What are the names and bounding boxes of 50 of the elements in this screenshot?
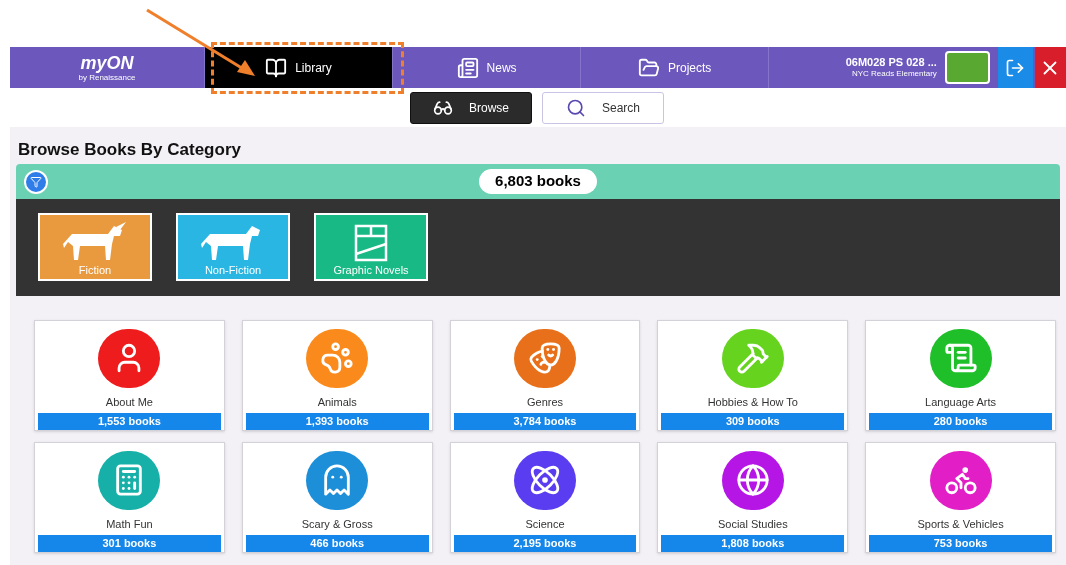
topic-card[interactable]: Hobbies & How To 309 books <box>657 320 849 431</box>
topic-name: Science <box>525 516 565 532</box>
nav-tab[interactable]: Library <box>204 47 393 88</box>
search-icon <box>566 97 586 118</box>
logout-icon <box>1005 57 1026 78</box>
topic-count: 1,393 books <box>245 413 429 430</box>
news-icon <box>456 56 479 79</box>
filter-button[interactable] <box>24 170 48 194</box>
view-toggle[interactable]: Search <box>542 91 664 124</box>
topic-count: 280 books <box>869 413 1052 430</box>
logo-text: myON <box>80 53 134 72</box>
topic-name: Math Fun <box>106 516 153 532</box>
topic-card[interactable]: Language Arts 280 books <box>865 320 1056 431</box>
topic-count: 309 books <box>661 413 845 430</box>
school-name: NYC Reads Elementary <box>851 69 937 80</box>
topic-count: 753 books <box>869 535 1052 552</box>
topic-card[interactable]: About Me 1,553 books <box>34 320 225 431</box>
book-icon <box>265 56 288 79</box>
topic-card[interactable]: Animals 1,393 books <box>241 320 433 431</box>
folder-icon <box>637 56 660 79</box>
topic-card[interactable]: Scary & Gross 466 books <box>241 442 433 553</box>
view-toggle[interactable]: Browse <box>410 91 532 124</box>
topic-count: 1,553 books <box>38 413 221 430</box>
topic-card[interactable]: Science 2,195 books <box>449 442 641 553</box>
topic-name: Genres <box>526 394 564 410</box>
close-button[interactable] <box>1034 47 1066 88</box>
topic-count: 3,784 books <box>453 413 637 430</box>
topic-count: 1,808 books <box>661 535 845 552</box>
book-count: 6,803 books <box>479 169 597 194</box>
logo-subtitle: by Renaissance <box>78 73 136 82</box>
topic-card[interactable]: Genres 3,784 books <box>449 320 641 431</box>
topic-name: Sports & Vehicles <box>917 516 1004 532</box>
logout-button[interactable] <box>997 47 1033 88</box>
topic-card[interactable]: Math Fun 301 books <box>34 442 225 553</box>
topic-card[interactable]: Sports & Vehicles 753 books <box>865 442 1056 553</box>
filter-icon <box>30 176 42 188</box>
topic-count: 466 books <box>245 535 429 552</box>
comic-panels-icon <box>354 223 388 262</box>
topic-count: 2,195 books <box>453 535 637 552</box>
topic-count: 301 books <box>38 535 221 552</box>
topic-name: Social Studies <box>717 516 788 532</box>
topic-name: Hobbies & How To <box>707 394 798 410</box>
topic-name: About Me <box>105 394 153 410</box>
topic-name: Language Arts <box>925 394 997 410</box>
user-name: 06M028 PS 028 ... <box>845 55 937 70</box>
page-title: Browse Books By Category <box>17 139 242 161</box>
topic-name: Scary & Gross <box>301 516 373 532</box>
avatar-picture[interactable] <box>944 51 990 84</box>
topic-name: Animals <box>317 394 357 410</box>
topic-card[interactable]: Social Studies 1,808 books <box>657 442 849 553</box>
